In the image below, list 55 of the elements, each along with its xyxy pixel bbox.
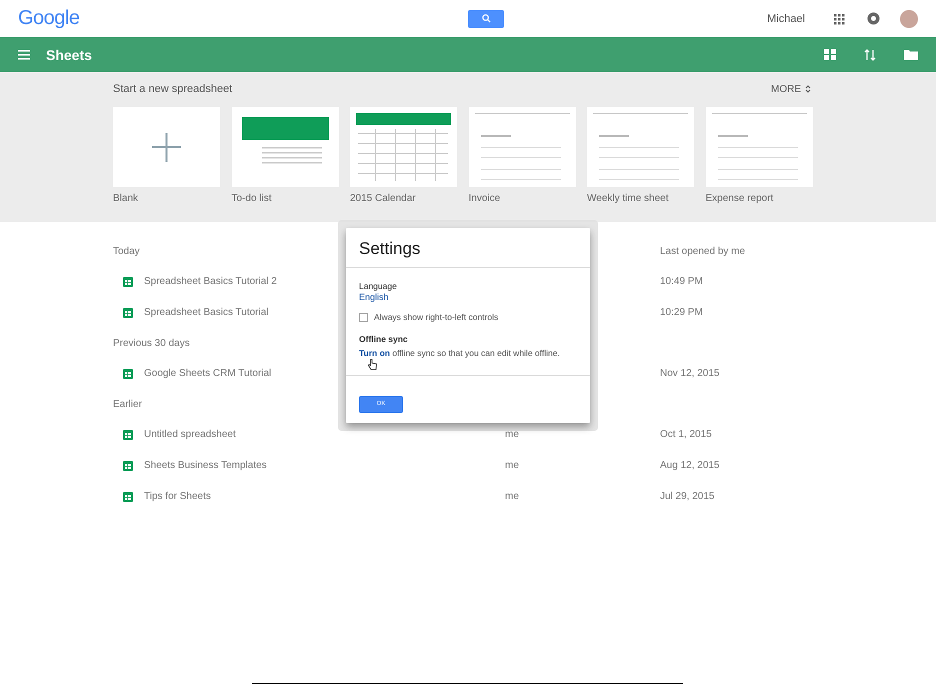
spreadsheet-icon <box>123 430 133 440</box>
more-button[interactable]: MORE <box>771 84 811 94</box>
last-opened-text: Aug 12, 2015 <box>660 460 720 471</box>
checkbox-label[interactable]: Always show right-to-left controls <box>374 312 498 322</box>
language-link[interactable]: English <box>359 292 389 302</box>
turn-on-link[interactable]: Turn on <box>359 348 390 358</box>
logo: Google <box>18 7 80 30</box>
file-name[interactable]: Sheets Business Templates <box>144 460 267 471</box>
template-label[interactable]: Expense report <box>706 193 774 204</box>
template-label[interactable]: Blank <box>113 193 138 204</box>
spreadsheet-icon <box>123 368 133 378</box>
template-label[interactable]: Weekly time sheet <box>587 193 669 204</box>
menu-icon[interactable] <box>18 50 30 60</box>
column-header[interactable]: Last opened by me <box>660 246 746 256</box>
owner-text: me <box>505 460 519 471</box>
template-label[interactable]: 2015 Calendar <box>350 193 416 204</box>
account-name[interactable]: Michael <box>767 12 805 24</box>
section-heading: Earlier <box>113 398 142 410</box>
grid-view-icon[interactable] <box>824 49 836 60</box>
hand-cursor-icon <box>368 359 377 370</box>
section-heading: Today <box>113 246 140 256</box>
file-name[interactable]: Untitled spreadsheet <box>144 429 236 440</box>
folder-icon[interactable] <box>904 49 918 60</box>
app-title: Sheets <box>46 46 93 62</box>
sort-icon[interactable] <box>864 48 876 60</box>
owner-text: me <box>505 491 519 502</box>
dialog-title: Settings <box>359 239 420 258</box>
offline-sync-text: Turn on offline sync so that you can edit while offline. <box>359 348 560 358</box>
file-name[interactable]: Spreadsheet Basics Tutorial 2 <box>144 276 277 287</box>
apps-grid-icon[interactable] <box>833 12 845 24</box>
spreadsheet-icon <box>123 460 133 470</box>
file-name[interactable]: Spreadsheet Basics Tutorial <box>144 307 269 318</box>
offline-sync-heading: Offline sync <box>359 334 409 344</box>
spreadsheet-icon <box>123 308 133 318</box>
last-opened-text: 10:49 PM <box>660 276 703 287</box>
file-name[interactable]: Tips for Sheets <box>144 491 211 502</box>
spreadsheet-icon <box>123 492 133 502</box>
last-opened-text: Nov 12, 2015 <box>660 368 720 379</box>
last-opened-text: Oct 1, 2015 <box>660 429 712 440</box>
file-name[interactable]: Google Sheets CRM Tutorial <box>144 368 272 379</box>
rtl-checkbox[interactable] <box>359 312 368 322</box>
section-heading: Previous 30 days <box>113 338 190 348</box>
template-label[interactable]: Invoice <box>468 193 500 204</box>
avatar[interactable] <box>900 10 918 28</box>
expand-icon <box>805 84 811 94</box>
last-opened-text: Jul 29, 2015 <box>660 491 714 502</box>
language-label: Language <box>359 281 398 291</box>
search-button[interactable] <box>468 10 504 28</box>
templates-heading: Start a new spreadsheet <box>113 83 232 95</box>
plus-icon <box>152 133 181 162</box>
template-label[interactable]: To-do list <box>232 193 272 204</box>
owner-text: me <box>505 429 519 440</box>
spreadsheet-icon <box>123 276 133 286</box>
last-opened-text: 10:29 PM <box>660 307 703 318</box>
search-icon <box>482 14 490 23</box>
